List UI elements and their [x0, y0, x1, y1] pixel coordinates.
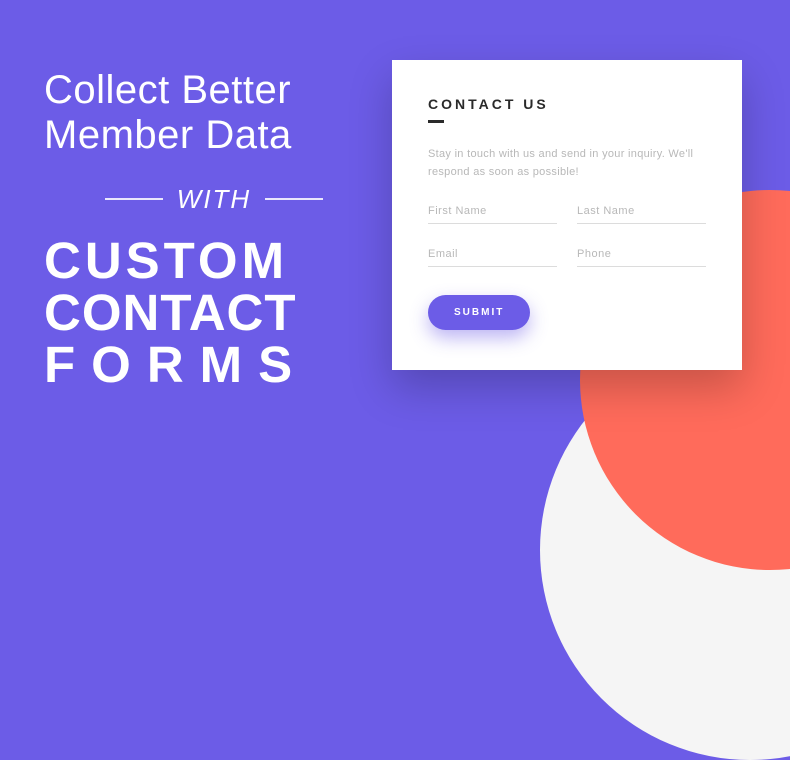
headline-bottom-2: CONTACT — [44, 287, 384, 339]
divider-line-right — [265, 198, 323, 200]
form-fields — [428, 199, 706, 267]
first-name-field[interactable] — [428, 199, 557, 224]
title-underline — [428, 120, 444, 123]
headline-divider-row: WITH — [44, 184, 384, 215]
headline-block: Collect Better Member Data WITH CUSTOM C… — [44, 68, 384, 391]
form-title: CONTACT US — [428, 96, 706, 112]
last-name-field[interactable] — [577, 199, 706, 224]
headline-top: Collect Better Member Data — [44, 68, 384, 158]
form-description: Stay in touch with us and send in your i… — [428, 145, 706, 181]
headline-with: WITH — [177, 184, 251, 215]
headline-bottom: CUSTOM CONTACT FORMS — [44, 235, 384, 391]
phone-field[interactable] — [577, 242, 706, 267]
submit-button[interactable]: SUBMIT — [428, 295, 530, 330]
headline-bottom-1: CUSTOM — [44, 235, 384, 287]
divider-line-left — [105, 198, 163, 200]
contact-form-card: CONTACT US Stay in touch with us and sen… — [392, 60, 742, 370]
headline-bottom-3: FORMS — [44, 339, 384, 391]
email-field[interactable] — [428, 242, 557, 267]
